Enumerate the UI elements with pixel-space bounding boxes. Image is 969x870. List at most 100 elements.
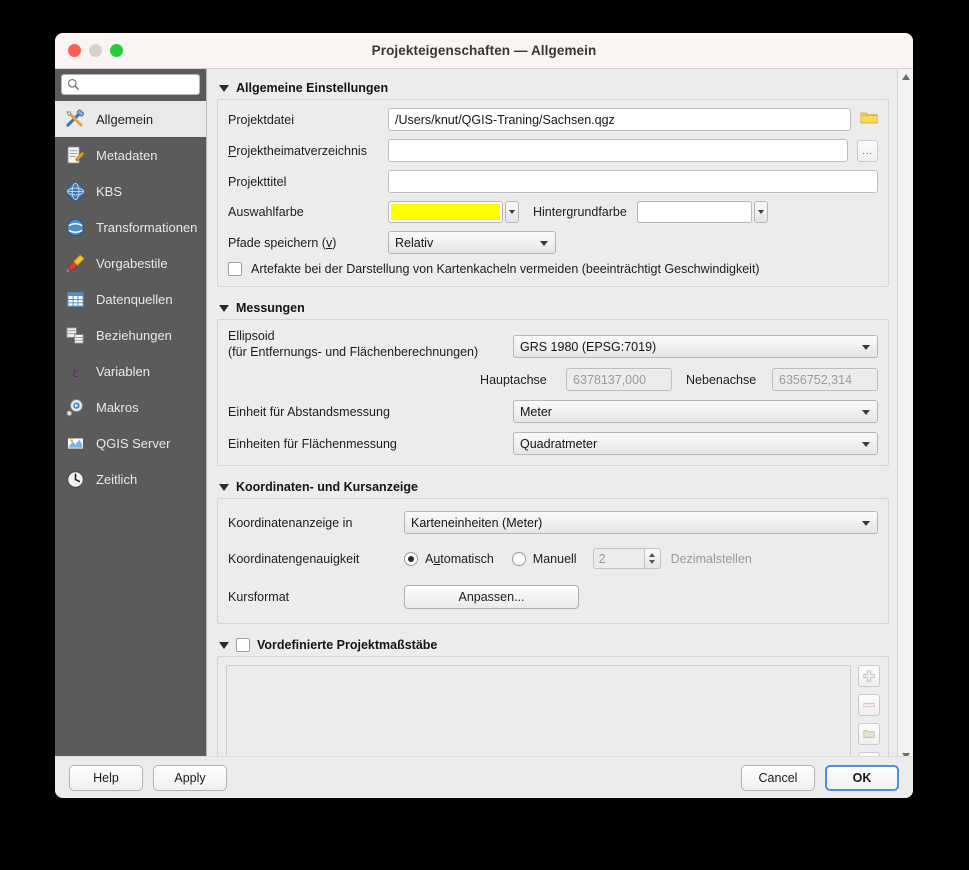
background-color-swatch [639, 204, 749, 220]
section-title: Allgemeine Einstellungen [236, 81, 389, 95]
precision-automatic-radio[interactable] [404, 551, 418, 566]
decimals-stepper[interactable] [644, 548, 661, 569]
scales-listbox[interactable] [226, 665, 851, 761]
background-color-button[interactable] [636, 201, 752, 223]
selection-color-label: Auswahlfarbe [228, 205, 304, 219]
globe-icon [64, 180, 86, 202]
avoid-artifacts-checkbox[interactable] [228, 262, 242, 276]
sidebar-item-makros[interactable]: Makros [55, 389, 206, 425]
cursor-format-row: Kursformat Anpassen... [228, 585, 878, 609]
sidebar-item-kbs[interactable]: KBS [55, 173, 206, 209]
section-header-scales[interactable]: Vordefinierte Projektmaßstäbe [219, 638, 897, 652]
add-scale-button[interactable] [858, 665, 880, 687]
sidebar-item-qgis-server[interactable]: QGIS Server [55, 425, 206, 461]
screen: Projekteigenschaften — Allgemein Allgeme… [0, 0, 969, 870]
save-paths-select[interactable]: Relativ [388, 231, 556, 254]
folder-icon[interactable] [860, 110, 878, 130]
distance-units-value: Meter [520, 404, 552, 419]
background-color-dropdown[interactable] [753, 201, 768, 223]
project-home-input[interactable] [388, 139, 849, 162]
sidebar-item-beziehungen[interactable]: Beziehungen [55, 317, 206, 353]
customize-cursor-format-button[interactable]: Anpassen... [404, 585, 579, 609]
search-input[interactable] [84, 77, 194, 92]
project-title-input[interactable] [388, 170, 878, 193]
folder-open-icon [863, 730, 875, 738]
general-settings-group: Projektdatei /Users/knut/QGIS-Traning/Sa… [217, 99, 889, 287]
precision-automatic-label: Automatisch [425, 551, 494, 566]
decimals-input[interactable]: 2 [592, 548, 645, 569]
selection-color-button[interactable] [388, 201, 503, 223]
scales-enabled-checkbox[interactable] [236, 638, 250, 652]
precision-manual-radio[interactable] [511, 551, 526, 566]
sidebar-item-zeitlich[interactable]: Zeitlich [55, 461, 206, 497]
precision-manual-label: Manuell [532, 551, 577, 566]
scroll-up-arrow-icon[interactable] [902, 74, 910, 80]
coordinates-group: Koordinatenanzeige in Karteneinheiten (M… [217, 498, 889, 624]
selection-color-dropdown[interactable] [505, 201, 519, 223]
help-button-label: Help [93, 770, 119, 785]
remove-scale-button[interactable] [858, 694, 880, 716]
close-button[interactable] [68, 44, 81, 57]
title-bar: Projekteigenschaften — Allgemein [55, 33, 913, 69]
settings-content: Allgemeine Einstellungen Projektdatei /U… [207, 69, 913, 798]
dialog-body: Allgemein Metadaten KBS Transformationen… [55, 69, 913, 798]
ellipsoid-label: Ellipsoid (für Entfernungs- und Flächenb… [228, 328, 513, 360]
section-header-coordinates[interactable]: Koordinaten- und Kursanzeige [219, 480, 897, 494]
vertical-scrollbar[interactable] [897, 69, 913, 764]
semi-minor-input[interactable]: 6356752,314 [772, 368, 878, 391]
project-file-input[interactable]: /Users/knut/QGIS-Traning/Sachsen.qgz [388, 108, 851, 131]
stepper-up-icon[interactable] [649, 553, 656, 557]
ok-button[interactable]: OK [825, 764, 899, 791]
apply-button[interactable]: Apply [153, 764, 227, 791]
zoom-button[interactable] [110, 44, 123, 57]
area-units-select[interactable]: Quadratmeter [513, 432, 878, 455]
collapse-triangle-icon [219, 84, 229, 92]
globe-transform-icon [64, 216, 86, 238]
help-button[interactable]: Help [69, 764, 143, 791]
save-paths-value: Relativ [395, 235, 434, 250]
sidebar-item-transformationen[interactable]: Transformationen [55, 209, 206, 245]
vertical-scroll-track[interactable] [898, 87, 913, 746]
collapse-triangle-icon [219, 304, 229, 312]
coordinate-display-select[interactable]: Karteneinheiten (Meter) [404, 511, 878, 534]
sidebar-item-label: Vorgabestile [96, 255, 168, 271]
sidebar-item-vorgabestile[interactable]: Vorgabestile [55, 245, 206, 281]
apply-button-label: Apply [174, 770, 206, 785]
section-header-general[interactable]: Allgemeine Einstellungen [219, 81, 897, 95]
area-units-label: Einheiten für Flächenmessung [228, 436, 397, 451]
cursor-format-label: Kursformat [228, 590, 290, 604]
ellipsoid-select[interactable]: GRS 1980 (EPSG:7019) [513, 335, 878, 358]
ellipsis-label: ... [862, 145, 873, 156]
open-scales-button[interactable] [858, 723, 880, 745]
avoid-artifacts-row[interactable]: Artefakte bei der Darstellung von Karten… [228, 262, 878, 276]
browse-home-button[interactable]: ... [857, 139, 878, 162]
sidebar-item-variablen[interactable]: ε Variablen [55, 353, 206, 389]
semi-major-input[interactable]: 6378137,000 [566, 368, 673, 391]
project-title-row: Projekttitel [228, 170, 878, 193]
distance-units-select[interactable]: Meter [513, 400, 878, 423]
minus-icon [863, 702, 875, 708]
save-paths-label: Pfade speichern (v) [228, 235, 337, 250]
ellipsoid-label-line1: Ellipsoid [228, 329, 275, 343]
stepper-down-icon[interactable] [649, 560, 656, 564]
sidebar-item-datenquellen[interactable]: Datenquellen [55, 281, 206, 317]
sidebar-item-allgemein[interactable]: Allgemein [55, 101, 206, 137]
sidebar-item-label: Makros [96, 399, 139, 415]
project-title-label: Projekttitel [228, 174, 287, 189]
project-file-row: Projektdatei /Users/knut/QGIS-Traning/Sa… [228, 108, 878, 131]
cancel-button-label: Cancel [758, 770, 798, 785]
sidebar-item-label: Variablen [96, 363, 150, 379]
window-title: Projekteigenschaften — Allgemein [371, 43, 597, 58]
section-header-measurements[interactable]: Messungen [219, 301, 897, 315]
minimize-button[interactable] [89, 44, 102, 57]
sidebar-search-wrap [55, 69, 206, 101]
area-units-row: Einheiten für Flächenmessung Quadratmete… [228, 432, 878, 455]
search-box[interactable] [61, 74, 200, 95]
project-file-label: Projektdatei [228, 112, 295, 127]
sidebar-item-metadaten[interactable]: Metadaten [55, 137, 206, 173]
axes-row: Hauptachse 6378137,000 Nebenachse 635675… [228, 368, 878, 391]
semi-major-label: Hauptachse [480, 372, 547, 387]
plus-icon [863, 670, 875, 682]
cancel-button[interactable]: Cancel [741, 764, 815, 791]
scales-group [217, 656, 889, 764]
